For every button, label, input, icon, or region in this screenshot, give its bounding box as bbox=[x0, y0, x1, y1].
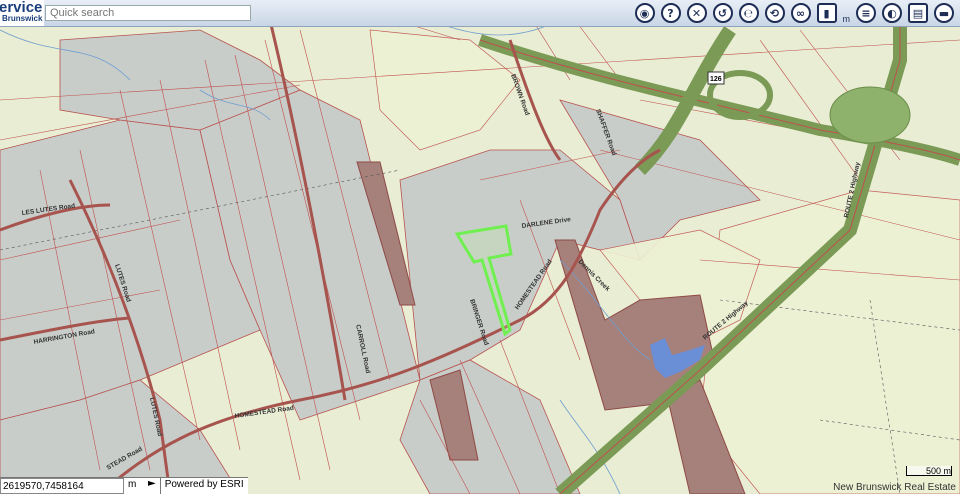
rotate-icon[interactable]: ⟲ bbox=[764, 3, 785, 23]
scale-bar: 500 m bbox=[906, 466, 952, 476]
coordinate-go-button[interactable]: ► bbox=[144, 478, 160, 494]
globe-icon[interactable]: ◉ bbox=[634, 3, 655, 23]
coordinate-input[interactable] bbox=[0, 478, 124, 494]
eye-icon[interactable]: ◐ bbox=[882, 3, 902, 23]
close-icon[interactable]: ✕ bbox=[686, 3, 707, 23]
top-toolbar: ervice Brunswick ◉ ? ✕ ↺ ℮ ⟲ ∞ ▮ m ≡ ◐ ▤… bbox=[0, 0, 960, 27]
print-icon[interactable]: ▤ bbox=[908, 3, 928, 23]
copyright-text: New Brunswick Real Estate bbox=[833, 482, 956, 493]
quick-search-input[interactable] bbox=[45, 5, 251, 21]
powered-by-esri: Powered by ESRI bbox=[159, 478, 248, 494]
binoculars-icon[interactable]: ∞ bbox=[790, 3, 811, 23]
svg-text:126: 126 bbox=[710, 76, 722, 83]
ear-icon[interactable]: ℮ bbox=[738, 3, 759, 23]
coordinate-bar: m ► Powered by ESRI bbox=[0, 477, 248, 494]
measure-unit-label: m bbox=[842, 14, 851, 24]
help-cursor-icon[interactable]: ? bbox=[660, 3, 681, 23]
coordinate-unit: m bbox=[128, 479, 137, 490]
vehicle-icon[interactable]: ▬ bbox=[934, 3, 954, 23]
route-shield: 126 bbox=[707, 71, 725, 85]
service-nb-logo: ervice Brunswick bbox=[0, 0, 44, 26]
map-canvas[interactable]: LES LUTES Road HARRINGTON Road LUTES Roa… bbox=[0, 0, 960, 494]
layers-icon[interactable]: ≡ bbox=[856, 3, 876, 23]
query-icon[interactable]: ↺ bbox=[712, 3, 733, 23]
ruler-icon[interactable]: ▮ bbox=[816, 3, 837, 23]
tool-buttons: ◉ ? ✕ ↺ ℮ ⟲ ∞ ▮ m ≡ ◐ ▤ ▬ bbox=[634, 1, 954, 25]
